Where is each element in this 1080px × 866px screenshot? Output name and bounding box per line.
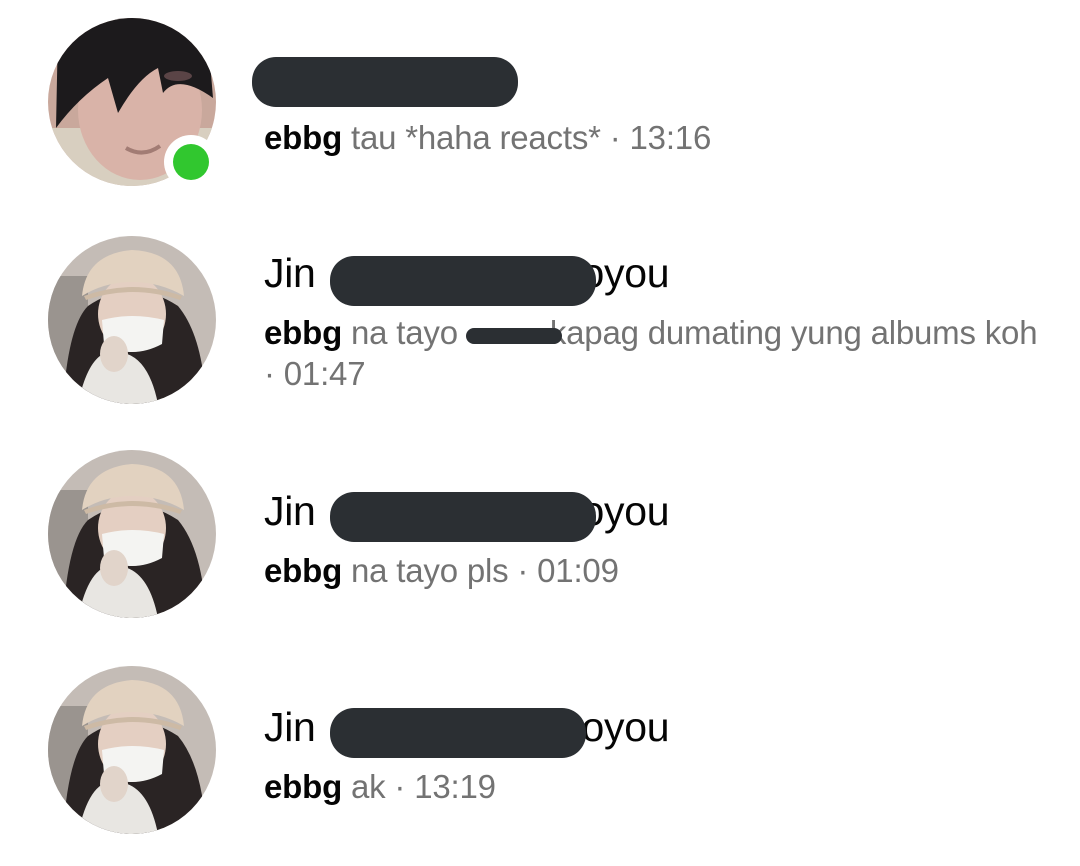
message-text-continued: kapag dumating yung albums koh xyxy=(549,314,1038,351)
separator: · xyxy=(264,355,284,392)
chat-row[interactable]: Jin oyou ebbg ak · 13:19 xyxy=(0,666,1080,866)
chat-row[interactable]: Jin oyou ebbg na tayo kapag dumating yung … xyxy=(0,220,1080,430)
message-time: 01:09 xyxy=(537,552,619,589)
message-text: ak xyxy=(351,768,386,805)
message-text: tau *haha reacts* xyxy=(351,119,601,156)
separator: · xyxy=(385,768,415,805)
message-preview: ebbg ak · 13:19 xyxy=(264,766,1054,807)
message-text: na tayo xyxy=(351,314,458,351)
redacted-name xyxy=(330,492,596,542)
message-time: 01:47 xyxy=(283,355,366,392)
sender-name: ebbg xyxy=(264,119,343,156)
message-preview: ebbg na tayo kapag dumating yung albums k… xyxy=(264,312,1054,394)
message-preview: ebbg tau *haha reacts* · 13:16 xyxy=(264,117,1054,158)
redacted-name xyxy=(252,57,518,107)
sender-name: ebbg xyxy=(264,552,343,589)
chat-list: ebbg tau *haha reacts* · 13:16 Jin oyou e… xyxy=(0,0,1080,859)
redacted-name xyxy=(330,256,596,306)
separator: · xyxy=(508,552,538,589)
separator: · xyxy=(600,119,630,156)
avatar[interactable] xyxy=(48,450,216,618)
message-time: 13:19 xyxy=(414,768,496,805)
message-text: na tayo pls xyxy=(351,552,509,589)
avatar[interactable] xyxy=(48,666,216,834)
message-time: 13:16 xyxy=(629,119,712,156)
chat-row[interactable]: ebbg tau *haha reacts* · 13:16 xyxy=(0,0,1080,200)
message-preview: ebbg na tayo pls · 01:09 xyxy=(264,550,1054,591)
online-status-indicator xyxy=(164,135,218,189)
avatar[interactable] xyxy=(48,236,216,404)
sender-name: ebbg xyxy=(264,314,343,351)
sender-name: ebbg xyxy=(264,768,343,805)
redacted-name xyxy=(330,708,586,758)
chat-row[interactable]: Jin oyou ebbg na tayo pls · 01:09 xyxy=(0,450,1080,650)
redacted-text xyxy=(466,328,562,344)
